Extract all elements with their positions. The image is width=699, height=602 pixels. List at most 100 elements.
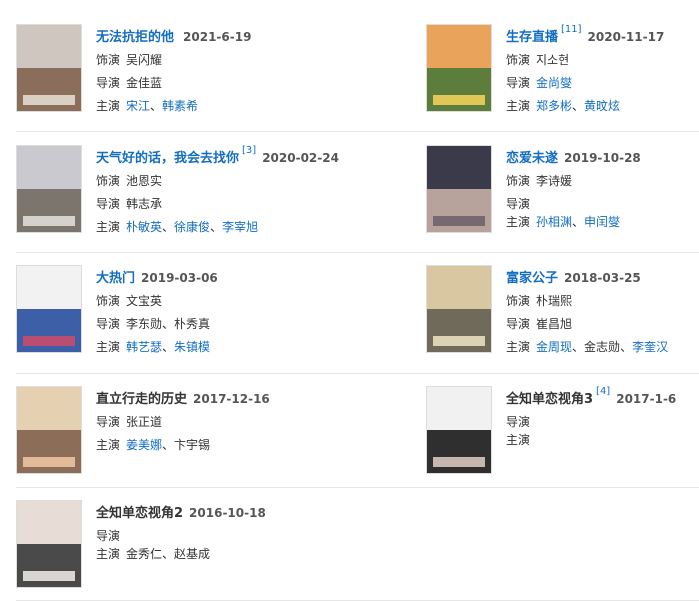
poster-image[interactable]	[426, 386, 492, 474]
cast-label: 主演	[506, 99, 531, 113]
role-name: 지소현	[536, 53, 570, 67]
director-label: 导演	[96, 197, 121, 211]
cast-link[interactable]: 黄旼炫	[584, 99, 620, 113]
separator: 、	[572, 215, 585, 229]
cast-label: 主演	[96, 438, 121, 452]
role-label: 饰演	[96, 53, 121, 67]
director-link[interactable]: 金尚燮	[536, 76, 572, 90]
drama-card: 生存直播[11] 2020-11-17 饰演 지소현 导演 金尚燮 主演 郑多彬、黄旼炫	[426, 24, 699, 116]
role-name: 池恩实	[126, 174, 163, 188]
cast-link[interactable]: 李奎汉	[632, 340, 668, 354]
air-date: 2020-02-24	[262, 151, 339, 165]
drama-card: 全知单恋视角2 2016-10-18 导演 主演 金秀仁、赵基成	[16, 500, 346, 592]
drama-title-link[interactable]: 生存直播	[506, 30, 558, 45]
drama-card: 直立行走的历史 2017-12-16 导演 张正道 主演 姜美娜、卞宇锡	[16, 386, 346, 478]
drama-title-link[interactable]: 大热门	[96, 271, 135, 286]
cast-name: 赵基成	[174, 547, 211, 561]
separator: 、	[162, 340, 175, 354]
reference-link[interactable]: [11]	[561, 24, 582, 35]
row-divider	[16, 373, 699, 374]
director-name: 李东勋、朴秀真	[126, 317, 211, 331]
cast-link[interactable]: 李宰旭	[222, 220, 258, 234]
cast-name: 金秀仁	[126, 547, 163, 561]
air-date: 2019-03-06	[141, 271, 218, 285]
row-divider	[16, 252, 699, 253]
director-label: 导演	[96, 415, 121, 429]
director-label: 导演	[96, 76, 121, 90]
cast-label: 主演	[96, 220, 121, 234]
role-label: 饰演	[506, 174, 531, 188]
separator: 、	[572, 99, 585, 113]
cast-link[interactable]: 金周现	[536, 340, 572, 354]
air-date: 2019-10-28	[564, 151, 641, 165]
role-name: 吴闪耀	[126, 53, 163, 67]
separator: 、	[162, 220, 175, 234]
role-label: 饰演	[506, 294, 531, 308]
director-name: 张正道	[126, 415, 163, 429]
role-name: 李诗媛	[536, 174, 573, 188]
air-date: 2021-6-19	[183, 30, 252, 44]
role-name: 朴瑞熙	[536, 294, 573, 308]
cast-link[interactable]: 朱镇模	[174, 340, 210, 354]
director-label: 导演	[96, 317, 121, 331]
drama-title: 全知单恋视角2	[96, 506, 184, 521]
cast-label: 主演	[506, 340, 531, 354]
poster-image[interactable]	[16, 24, 82, 112]
drama-title-link[interactable]: 富家公子	[506, 271, 558, 286]
cast-link[interactable]: 朴敏英	[126, 220, 162, 234]
cast-link[interactable]: 韩素希	[162, 99, 198, 113]
cast-label: 主演	[96, 340, 121, 354]
separator: 、	[572, 340, 585, 354]
poster-image[interactable]	[16, 145, 82, 233]
poster-image[interactable]	[16, 386, 82, 474]
drama-title: 全知单恋视角3	[506, 392, 594, 407]
drama-title: 直立行走的历史	[96, 392, 188, 407]
separator: 、	[162, 438, 175, 452]
air-date: 2017-12-16	[193, 392, 270, 406]
row-divider	[16, 487, 699, 488]
separator: 、	[162, 547, 175, 561]
reference-link[interactable]: [3]	[242, 145, 256, 156]
drama-title-link[interactable]: 恋爱未遂	[506, 151, 558, 166]
air-date: 2016-10-18	[189, 506, 266, 520]
cast-label: 主演	[96, 547, 121, 561]
cast-link[interactable]: 孙相渊	[536, 215, 572, 229]
director-name: 崔昌旭	[536, 317, 573, 331]
director-name: 韩志承	[126, 197, 163, 211]
director-name: 金佳蓝	[126, 76, 163, 90]
reference-link[interactable]: [4]	[596, 386, 610, 397]
director-label: 导演	[506, 76, 531, 90]
poster-image[interactable]	[16, 265, 82, 353]
poster-image[interactable]	[426, 145, 492, 233]
cast-label: 主演	[506, 433, 531, 447]
cast-name: 金志勋	[584, 340, 621, 354]
separator: 、	[150, 99, 163, 113]
cast-link[interactable]: 郑多彬	[536, 99, 572, 113]
separator: 、	[210, 220, 223, 234]
director-label: 导演	[506, 197, 531, 211]
role-label: 饰演	[506, 53, 531, 67]
cast-link[interactable]: 韩艺瑟	[126, 340, 162, 354]
cast-link[interactable]: 徐康俊	[174, 220, 210, 234]
cast-label: 主演	[506, 215, 531, 229]
drama-card: 恋爱未遂 2019-10-28 饰演 李诗媛 导演 主演 孙相渊、申闰燮	[426, 145, 699, 237]
drama-title-link[interactable]: 天气好的话，我会去找你	[96, 151, 239, 166]
cast-link[interactable]: 姜美娜	[126, 438, 162, 452]
director-label: 导演	[506, 415, 531, 429]
drama-card: 大热门 2019-03-06 饰演 文宝英 导演 李东勋、朴秀真 主演 韩艺瑟、朱镇模	[16, 265, 346, 357]
drama-title-link[interactable]: 无法抗拒的他	[96, 30, 174, 45]
poster-image[interactable]	[426, 265, 492, 353]
director-label: 导演	[506, 317, 531, 331]
drama-card: 天气好的话，我会去找你[3] 2020-02-24 饰演 池恩实 导演 韩志承 主演朴…	[16, 145, 346, 237]
drama-card: 全知单恋视角3[4] 2017-1-6 导演 主演	[426, 386, 699, 478]
drama-card: 无法抗拒的他 2021-6-19 饰演 吴闪耀 导演 金佳蓝 主演 宋江、韩素希	[16, 24, 346, 116]
poster-image[interactable]	[16, 500, 82, 588]
poster-image[interactable]	[426, 24, 492, 112]
row-divider	[16, 131, 699, 132]
separator: 、	[620, 340, 633, 354]
cast-link[interactable]: 申闰燮	[584, 215, 620, 229]
cast-label: 主演	[96, 99, 121, 113]
cast-link[interactable]: 宋江	[126, 99, 150, 113]
air-date: 2017-1-6	[616, 392, 677, 406]
role-label: 饰演	[96, 174, 121, 188]
